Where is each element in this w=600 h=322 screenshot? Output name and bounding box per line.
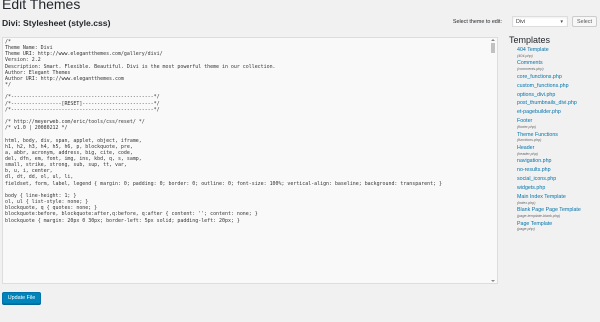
template-item: Footer (footer.php) [517, 119, 600, 129]
theme-select-label: Select theme to edit: [452, 18, 503, 25]
code-editor-content[interactable]: /* Theme Name: Divi Theme URI: http://ww… [5, 39, 487, 283]
template-item: et-pagebuilder.php [517, 110, 600, 116]
select-button[interactable]: Select [572, 16, 597, 27]
template-link[interactable]: core_functions.php [517, 74, 600, 81]
template-item: options_divi.php [517, 92, 600, 99]
editor-scrollbar[interactable] [490, 39, 496, 282]
templates-heading: Templates [509, 35, 551, 45]
template-link[interactable]: no-results.php [517, 168, 600, 174]
template-item: custom_functions.php [517, 83, 600, 90]
template-item: Main Index Template (index.php) [517, 194, 600, 205]
theme-select-value: Divi [516, 18, 525, 25]
update-file-button[interactable]: Update File [2, 292, 41, 304]
template-item: post_thumbnails_divi.php [517, 101, 600, 107]
page-title: Edit Themes [2, 0, 81, 12]
template-item: core_functions.php [517, 74, 600, 81]
template-item: social_icons.php [517, 177, 600, 183]
template-filename: (page.php) [517, 227, 535, 232]
scroll-down-arrow-icon[interactable] [491, 280, 495, 282]
template-filename: (header.php) [517, 151, 538, 156]
template-link[interactable]: social_icons.php [517, 177, 600, 183]
templates-sidebar: Templates 404 Template (404.php) Comments(… [509, 35, 600, 235]
template-link[interactable]: post_thumbnails_divi.php [517, 101, 600, 107]
template-item: no-results.php [517, 168, 600, 174]
template-link[interactable]: custom_functions.php [517, 83, 600, 90]
template-item: Page Template (page.php) [517, 221, 600, 232]
template-filename: (index.php) [517, 200, 536, 205]
template-filename: (page-template-blank.php) [517, 213, 561, 218]
edit-themes-page: Edit Themes Divi: Stylesheet (style.css)… [0, 0, 600, 322]
template-link[interactable]: navigation.php [517, 159, 600, 165]
theme-select-dropdown[interactable]: Divi ▼ [512, 16, 569, 27]
code-editor[interactable]: /* Theme Name: Divi Theme URI: http://ww… [2, 37, 498, 284]
template-item: Header (header.php) [517, 145, 600, 156]
template-filename: (functions.php) [517, 138, 542, 143]
theme-selector: Select theme to edit: Divi ▼ Select [453, 16, 597, 27]
template-filename: (footer.php) [517, 124, 536, 129]
template-item: Theme Functions (functions.php) [517, 132, 600, 143]
template-item: 404 Template (404.php) [517, 47, 600, 58]
scroll-thumb[interactable] [491, 43, 495, 53]
template-item: Blank Page Page Template (page-template-b… [517, 208, 600, 218]
template-link[interactable]: widgets.php [517, 185, 600, 192]
template-list: 404 Template (404.php) Comments (comments.p… [509, 47, 600, 232]
template-item: Comments (comments.php) [517, 61, 600, 71]
template-item: navigation.php [517, 159, 600, 165]
template-filename: (comments.php) [517, 66, 544, 71]
template-link[interactable]: options_divi.php [517, 92, 600, 99]
template-filename: (404.php) [517, 53, 533, 58]
template-link[interactable]: et-pagebuilder.php [517, 110, 600, 116]
file-heading: Divi: Stylesheet (style.css) [2, 18, 111, 28]
scroll-up-arrow-icon[interactable] [491, 39, 495, 41]
template-item: widgets.php [517, 185, 600, 192]
chevron-down-icon: ▼ [559, 19, 565, 24]
